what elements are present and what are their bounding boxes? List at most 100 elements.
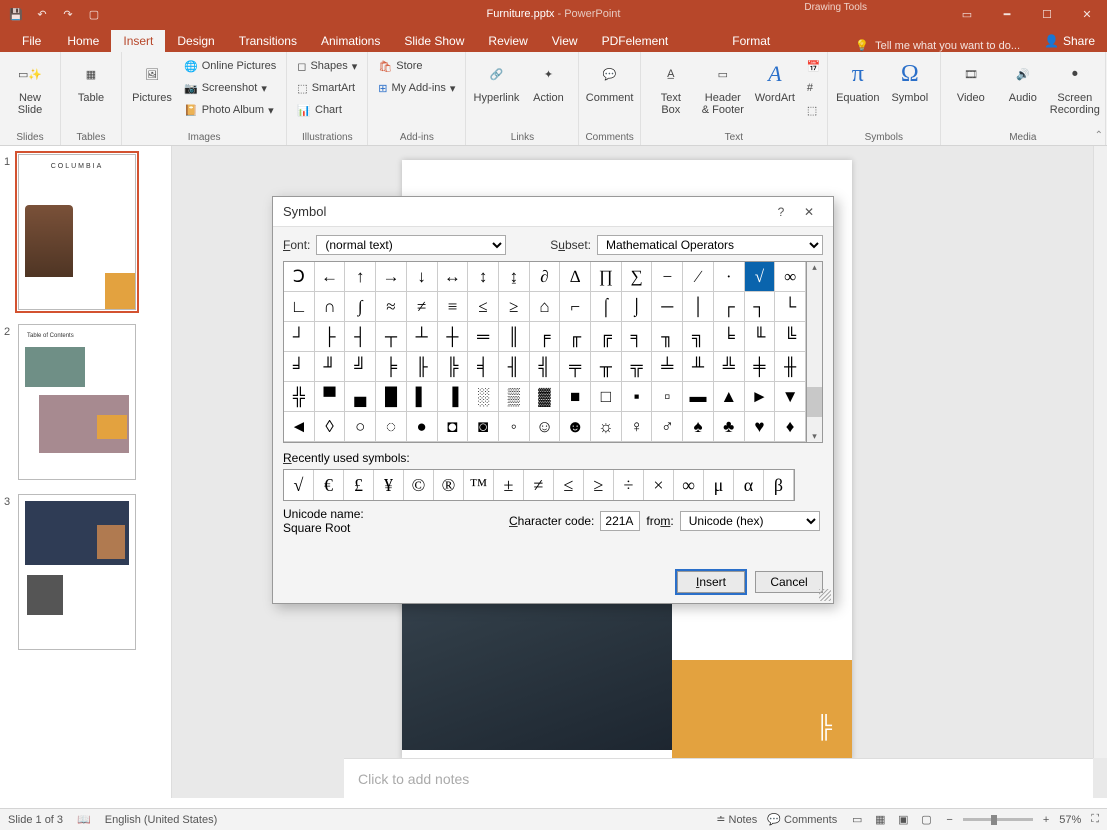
symbol-cell[interactable]: ╓ <box>560 322 591 352</box>
scroll-up-icon[interactable]: ▴ <box>812 262 817 273</box>
table-button[interactable]: ▦ Table <box>67 54 115 130</box>
action-button[interactable]: ✦Action <box>524 54 572 130</box>
zoom-slider[interactable] <box>963 818 1033 821</box>
symbol-cell[interactable]: ╩ <box>714 352 745 382</box>
symbol-cell[interactable]: ◦ <box>499 412 530 442</box>
symbol-cell[interactable]: ─ <box>652 292 683 322</box>
symbol-cell[interactable]: ┤ <box>345 322 376 352</box>
symbol-cell[interactable]: ┴ <box>407 322 438 352</box>
symbol-cell[interactable]: ♀ <box>622 412 653 442</box>
recent-symbol-cell[interactable]: ™ <box>464 470 494 500</box>
symbol-cell[interactable]: ■ <box>560 382 591 412</box>
symbol-cell[interactable]: ◘ <box>438 412 469 442</box>
notes-toggle[interactable]: ≐ Notes <box>716 813 757 826</box>
symbol-cell[interactable]: ♦ <box>775 412 806 442</box>
zoom-in-icon[interactable]: + <box>1043 814 1049 826</box>
slide-number-button[interactable]: # <box>803 78 821 98</box>
symbol-cell[interactable]: ∑ <box>622 262 653 292</box>
equation-button[interactable]: πEquation <box>834 54 882 130</box>
symbol-cell[interactable]: ┬ <box>376 322 407 352</box>
zoom-out-icon[interactable]: − <box>946 814 952 826</box>
symbol-cell[interactable]: ║ <box>499 322 530 352</box>
symbol-cell[interactable]: ≈ <box>376 292 407 322</box>
symbol-cell[interactable]: ╙ <box>745 322 776 352</box>
normal-view-icon[interactable]: ▭ <box>847 812 867 828</box>
recent-symbol-cell[interactable]: μ <box>704 470 734 500</box>
recent-symbol-cell[interactable]: α <box>734 470 764 500</box>
notes-pane[interactable]: Click to add notes <box>344 758 1093 798</box>
vertical-scrollbar[interactable] <box>1093 146 1107 758</box>
symbol-cell[interactable]: ▪ <box>622 382 653 412</box>
symbol-cell[interactable]: ♣ <box>714 412 745 442</box>
audio-button[interactable]: 🔊Audio <box>999 54 1047 130</box>
my-addins-button[interactable]: ⊞My Add-ins ▾ <box>374 78 459 98</box>
recent-symbol-cell[interactable]: ≠ <box>524 470 554 500</box>
collapse-ribbon-icon[interactable]: ⌃ <box>1095 130 1103 141</box>
recent-symbol-cell[interactable]: × <box>644 470 674 500</box>
online-pictures-button[interactable]: 🌐Online Pictures <box>180 56 280 76</box>
chart-button[interactable]: 📊Chart <box>293 100 361 120</box>
insert-button[interactable]: Insert <box>677 571 745 593</box>
symbol-cell[interactable]: ╛ <box>284 352 315 382</box>
resize-grip[interactable] <box>819 589 831 601</box>
hyperlink-button[interactable]: 🔗Hyperlink <box>472 54 520 130</box>
slide-thumb-1[interactable]: COLUMBIA <box>18 154 136 310</box>
symbol-cell[interactable]: ∩ <box>315 292 346 322</box>
symbol-cell[interactable]: ↑ <box>345 262 376 292</box>
screenshot-button[interactable]: 📷Screenshot ▾ <box>180 78 280 98</box>
symbol-cell[interactable]: ⌐ <box>560 292 591 322</box>
symbol-cell[interactable]: ◙ <box>468 412 499 442</box>
store-button[interactable]: 🛍Store <box>374 56 459 76</box>
text-box-button[interactable]: A̲Text Box <box>647 54 695 130</box>
symbol-cell[interactable]: ⌂ <box>530 292 561 322</box>
ribbon-options-icon[interactable]: ▭ <box>947 0 987 28</box>
symbol-cell[interactable]: ├ <box>315 322 346 352</box>
video-button[interactable]: 🎞Video <box>947 54 995 130</box>
symbol-cell[interactable]: Ↄ <box>284 262 315 292</box>
recent-symbol-cell[interactable]: ∞ <box>674 470 704 500</box>
recent-symbol-cell[interactable]: ¥ <box>374 470 404 500</box>
symbol-cell[interactable]: ╞ <box>376 352 407 382</box>
recent-symbol-cell[interactable]: √ <box>284 470 314 500</box>
comments-toggle[interactable]: 💬 Comments <box>767 813 837 826</box>
slideshow-view-icon[interactable]: ▢ <box>916 812 936 828</box>
dialog-close-icon[interactable]: ✕ <box>795 205 823 219</box>
symbol-cell[interactable]: ╧ <box>652 352 683 382</box>
symbol-cell[interactable]: ◊ <box>315 412 346 442</box>
close-icon[interactable]: ✕ <box>1067 0 1107 28</box>
symbol-cell[interactable]: ≤ <box>468 292 499 322</box>
symbol-cell[interactable]: ╖ <box>652 322 683 352</box>
symbol-cell[interactable]: ∆ <box>560 262 591 292</box>
symbol-cell[interactable]: ╟ <box>407 352 438 382</box>
comment-button[interactable]: 💬Comment <box>586 54 634 130</box>
date-time-button[interactable]: 📅 <box>803 56 821 76</box>
object-button[interactable]: ⬚ <box>803 100 821 120</box>
symbol-cell[interactable]: ↕ <box>468 262 499 292</box>
symbol-cell[interactable]: ≡ <box>438 292 469 322</box>
slide-position[interactable]: Slide 1 of 3 <box>8 814 63 826</box>
symbol-cell[interactable]: √ <box>745 262 776 292</box>
wordart-button[interactable]: AWordArt <box>751 54 799 130</box>
symbol-cell[interactable]: ╫ <box>775 352 806 382</box>
symbol-grid[interactable]: Ↄ←↑→↓↔↕↨∂∆∏∑−∕∙√∞∟∩∫≈≠≡≤≥⌂⌐⌠⌡─│┌┐└┘├┤┬┴┼… <box>283 261 807 443</box>
symbol-button[interactable]: ΩSymbol <box>886 54 934 130</box>
start-from-beginning-icon[interactable]: ▢ <box>86 6 102 22</box>
symbol-cell[interactable]: → <box>376 262 407 292</box>
tab-review[interactable]: Review <box>476 30 539 52</box>
dialog-help-icon[interactable]: ? <box>767 205 795 219</box>
symbol-cell[interactable]: ▬ <box>683 382 714 412</box>
symbol-cell[interactable]: ⌡ <box>622 292 653 322</box>
share-button[interactable]: 👤 Share <box>1032 30 1107 52</box>
subset-select[interactable]: Mathematical Operators <box>597 235 823 255</box>
symbol-cell[interactable]: ╚ <box>775 322 806 352</box>
symbol-grid-scrollbar[interactable]: ▴ ▾ <box>807 261 823 443</box>
symbol-cell[interactable]: ∕ <box>683 262 714 292</box>
symbol-cell[interactable]: ↨ <box>499 262 530 292</box>
symbol-cell[interactable]: ☼ <box>591 412 622 442</box>
symbol-cell[interactable]: ∟ <box>284 292 315 322</box>
symbol-cell[interactable]: ┼ <box>438 322 469 352</box>
tab-format[interactable]: Format <box>720 30 782 52</box>
symbol-cell[interactable]: ╥ <box>591 352 622 382</box>
symbol-cell[interactable]: ⌠ <box>591 292 622 322</box>
symbol-cell[interactable]: ∞ <box>775 262 806 292</box>
